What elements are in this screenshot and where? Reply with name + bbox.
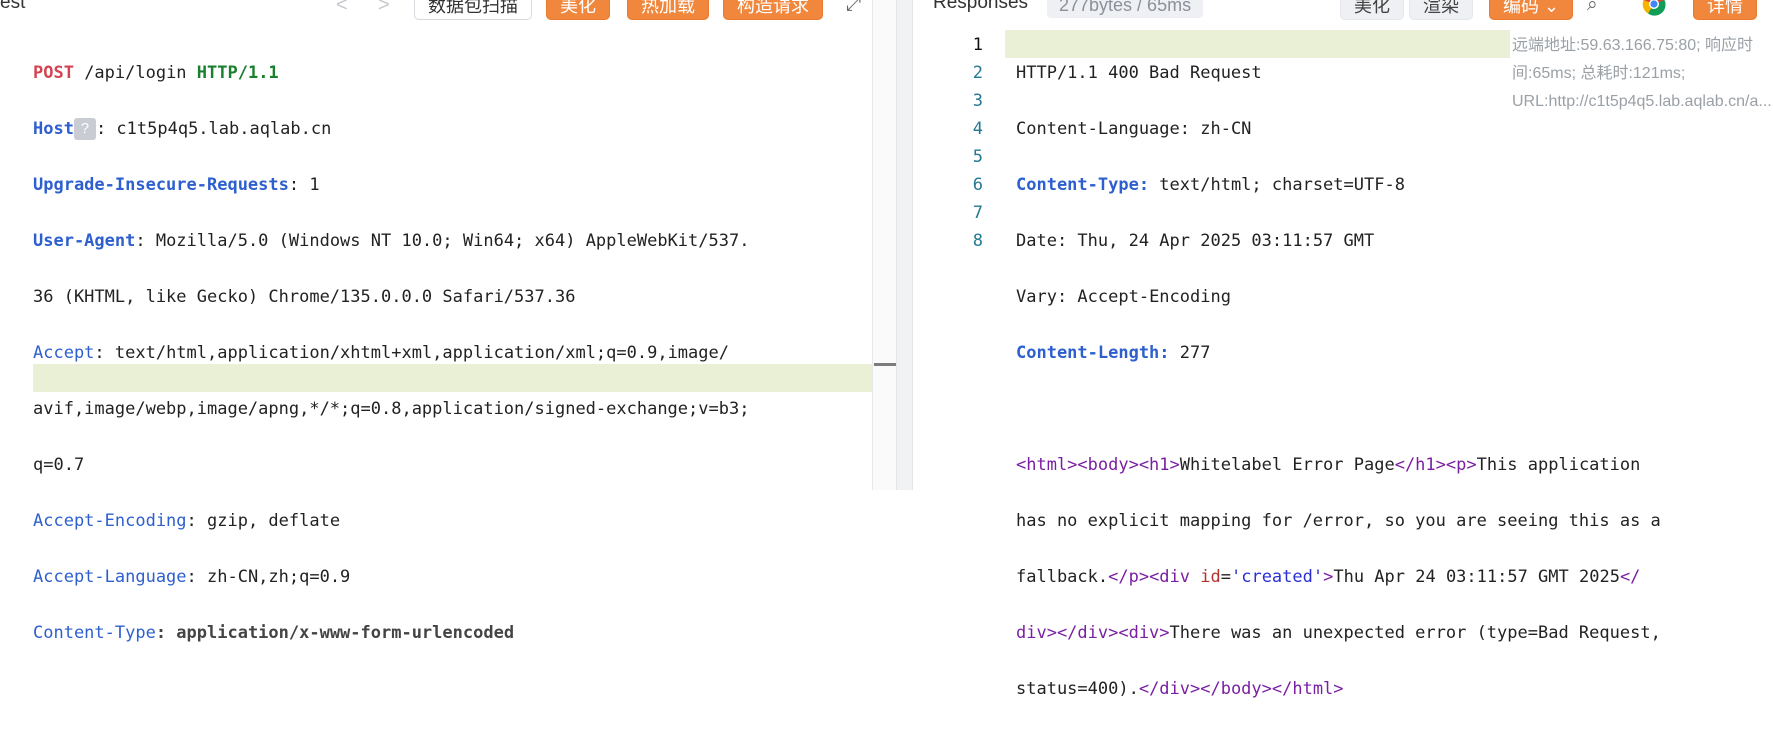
encoding-dropdown[interactable]: 编码 ⌄ (1489, 0, 1574, 20)
line-number: 5 (972, 147, 983, 167)
line-number: 1 (972, 35, 983, 55)
header-accept: Accept: text/html,application/xhtml+xml,… (33, 343, 729, 363)
response-title: Responses (933, 0, 1029, 13)
header-upgrade-insecure: Upgrade-Insecure-Requests: 1 (33, 175, 320, 195)
forward-icon[interactable]: > (378, 0, 390, 17)
line-number: 8 (972, 231, 983, 251)
header-accept-language: Accept-Language: zh-CN,zh;q=0.9 (33, 567, 351, 587)
line-number: 3 (972, 91, 983, 111)
response-meta-info: 远端地址:59.63.166.75:80; 响应时间:65ms; 总耗时:121… (1512, 37, 1772, 110)
hot-load-button[interactable]: 热加载 (627, 0, 709, 20)
line-number: 6 (972, 175, 983, 195)
beautify-button[interactable]: 美化 (546, 0, 610, 20)
line-number: 4 (972, 119, 983, 139)
request-title: est (0, 0, 26, 13)
body-line-1: <html><body><h1>Whitelabel Error Page</h… (1016, 455, 1641, 475)
response-beautify-button[interactable]: 美化 (1340, 0, 1404, 20)
response-editor[interactable]: HTTP/1.1 400 Bad Request Content-Languag… (1016, 31, 1661, 731)
header-accept-cont-2: q=0.7 (33, 455, 85, 475)
body-line-2: has no explicit mapping for /error, so y… (1016, 511, 1661, 531)
body-line-3: fallback.</p><div id='created'>Thu Apr 2… (1016, 567, 1641, 587)
header-content-length: Content-Length: 277 (1016, 343, 1211, 363)
host-help-icon[interactable]: ? (73, 118, 96, 140)
pane-splitter[interactable] (896, 0, 913, 490)
search-icon[interactable]: ⌕ (1587, 0, 1598, 16)
response-size-time: 277bytes / 65ms (1047, 0, 1204, 18)
body-line-4: div></div><div>There was an unexpected e… (1016, 623, 1661, 643)
construct-request-button[interactable]: 构造请求 (723, 0, 823, 20)
render-button[interactable]: 渲染 (1409, 0, 1473, 20)
header-accept-encoding: Accept-Encoding: gzip, deflate (33, 511, 341, 531)
request-line: POST /api/login HTTP/1.1 (33, 63, 279, 83)
request-editor[interactable]: POST /api/login HTTP/1.1 Host?: c1t5p4q5… (33, 31, 749, 703)
header-content-language: Content-Language: zh-CN (1016, 119, 1252, 139)
header-vary: Vary: Accept-Encoding (1016, 287, 1231, 307)
response-line-numbers: 1 2 3 4 5 6 7 8 (913, 31, 983, 255)
scroll-position-marker (874, 363, 896, 366)
line-number: 7 (972, 203, 983, 223)
header-content-type: Content-Type: application/x-www-form-url… (33, 623, 515, 643)
header-accept-cont-1: avif,image/webp,image/apng,*/*;q=0.8,app… (33, 399, 750, 419)
header-host: Host?: c1t5p4q5.lab.aqlab.cn (33, 118, 332, 140)
request-scrollbar[interactable] (872, 0, 896, 490)
line-number: 2 (972, 63, 983, 83)
body-line-5: status=400).</div></body></html> (1016, 679, 1344, 699)
header-user-agent: User-Agent: Mozilla/5.0 (Windows NT 10.0… (33, 231, 750, 251)
request-pane: est < > 数据包扫描 美化 热加载 构造请求 ⤢ POST /api/lo… (0, 0, 896, 643)
packet-scan-button[interactable]: 数据包扫描 (414, 0, 532, 20)
back-icon[interactable]: < (336, 0, 348, 17)
expand-icon[interactable]: ⤢ (846, 0, 861, 16)
header-content-type: Content-Type: text/html; charset=UTF-8 (1016, 175, 1405, 195)
header-date: Date: Thu, 24 Apr 2025 03:11:57 GMT (1016, 231, 1375, 251)
details-button[interactable]: 详情 (1693, 0, 1757, 20)
chrome-icon[interactable] (1642, 0, 1666, 22)
header-user-agent-cont: 36 (KHTML, like Gecko) Chrome/135.0.0.0 … (33, 287, 576, 307)
